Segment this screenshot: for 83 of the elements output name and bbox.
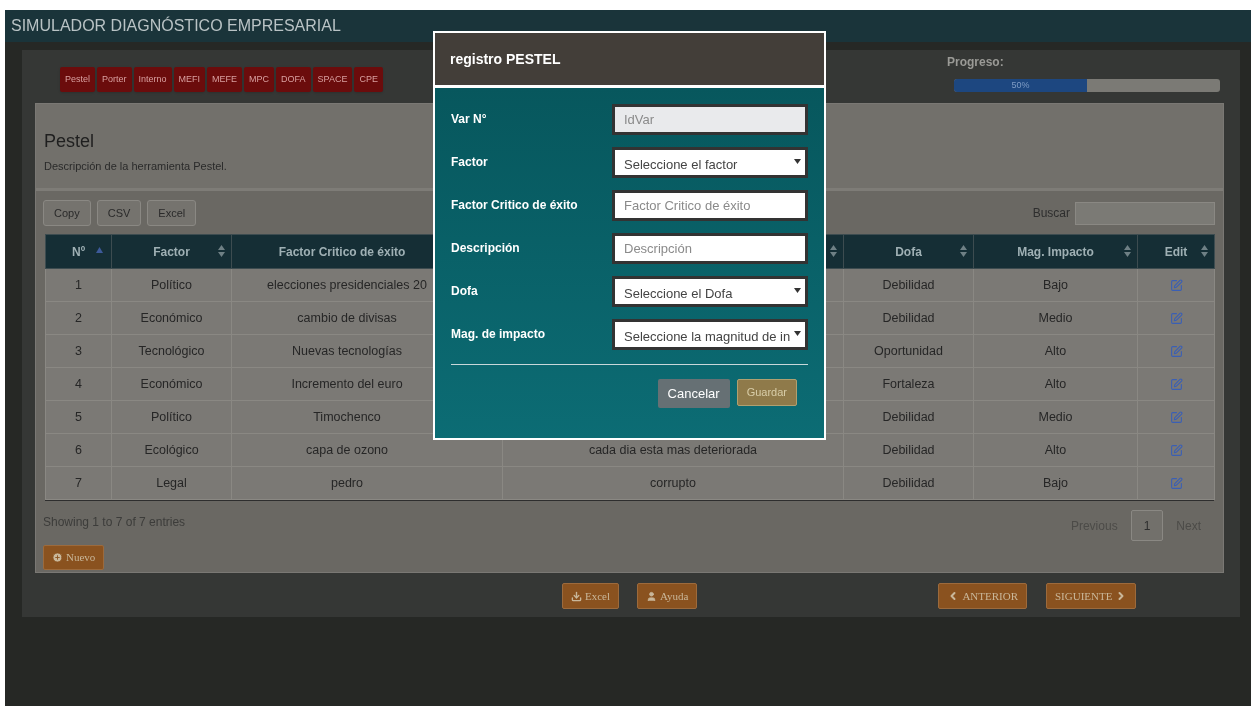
table-cell: Oportunidad xyxy=(843,334,974,368)
table-cell: Medio xyxy=(973,301,1138,335)
table-cell: Político xyxy=(111,268,232,302)
user-icon xyxy=(646,590,658,602)
column-header[interactable]: Nº xyxy=(45,234,112,269)
edit-icon[interactable] xyxy=(1169,444,1183,458)
action-button[interactable]: SIGUIENTE xyxy=(1046,583,1137,609)
table-cell: Tecnológico xyxy=(111,334,232,368)
nav-tab[interactable]: Pestel xyxy=(60,67,95,92)
table-cell: Bajo xyxy=(973,268,1138,302)
table-cell: Debilidad xyxy=(843,400,974,434)
action-button[interactable]: ANTERIOR xyxy=(938,583,1027,609)
column-header[interactable]: Factor xyxy=(111,234,232,269)
text-field[interactable]: Factor Critico de éxito xyxy=(612,190,808,221)
caret-icon xyxy=(794,158,801,164)
action-button[interactable]: Ayuda xyxy=(637,583,698,609)
export-button[interactable]: Copy xyxy=(43,200,91,226)
table-cell: Alto xyxy=(973,367,1138,401)
nav-tab[interactable]: Porter xyxy=(97,67,132,92)
nav-tab[interactable]: CPE xyxy=(354,67,383,92)
nav-tab[interactable]: SPACE xyxy=(312,67,353,92)
search-field[interactable] xyxy=(1075,201,1215,225)
table-cell: Político xyxy=(111,400,232,434)
table-cell: corrupto xyxy=(502,466,844,500)
new-button[interactable]: Nuevo xyxy=(43,545,105,570)
caret-icon xyxy=(794,330,801,336)
column-header[interactable]: Mag. Impacto xyxy=(973,234,1138,269)
progress-reading: 50% xyxy=(1011,79,1030,92)
cancel-button[interactable]: Cancelar xyxy=(657,379,730,408)
text-field[interactable]: Descripción xyxy=(612,233,808,264)
field-label: Var N° xyxy=(451,111,487,128)
table-cell: Alto xyxy=(973,334,1138,368)
table-cell: 1 xyxy=(45,268,112,302)
select-field[interactable]: Seleccione la magnitud de in xyxy=(612,319,808,350)
select-field[interactable]: Seleccione el Dofa xyxy=(612,276,808,307)
field-label: Factor xyxy=(451,154,488,171)
nav-tab[interactable]: DOFA xyxy=(276,67,311,92)
table-cell: Alto xyxy=(973,433,1138,467)
progress-label: Progreso: xyxy=(947,54,1005,71)
table-cell: Fortaleza xyxy=(843,367,974,401)
export-button[interactable]: CSV xyxy=(96,200,142,226)
edit-icon[interactable] xyxy=(1169,345,1183,359)
table-cell: Económico xyxy=(111,301,232,335)
table-cell: 6 xyxy=(45,433,112,467)
edit-icon[interactable] xyxy=(1169,279,1183,293)
table-cell: 5 xyxy=(45,400,112,434)
plus-circle-icon xyxy=(52,552,63,563)
nav-tab[interactable]: MPC xyxy=(244,67,275,92)
search-label: Buscar xyxy=(1032,205,1070,222)
edit-icon[interactable] xyxy=(1169,312,1183,326)
table-cell: 7 xyxy=(45,466,112,500)
field-label: Factor Critico de éxito xyxy=(451,197,578,214)
modal-title: registro PESTEL xyxy=(450,49,561,69)
select-field[interactable]: Seleccione el factor xyxy=(612,147,808,178)
table-cell: 3 xyxy=(45,334,112,368)
nav-tab[interactable]: MEFE xyxy=(207,67,243,92)
nav-tab[interactable]: MEFI xyxy=(173,67,206,92)
caret-icon xyxy=(794,287,801,293)
nav-tab[interactable]: Interno xyxy=(133,67,172,92)
table-cell: Debilidad xyxy=(843,268,974,302)
table-cell: Debilidad xyxy=(843,466,974,500)
action-button[interactable]: Excel xyxy=(562,583,620,609)
download-icon xyxy=(571,590,582,602)
column-header[interactable]: Dofa xyxy=(843,234,974,269)
edit-icon[interactable] xyxy=(1169,378,1183,392)
export-button[interactable]: Excel xyxy=(147,200,197,226)
table-cell: 4 xyxy=(45,367,112,401)
table-cell: Ecológico xyxy=(111,433,232,467)
app-title: SIMULADOR DIAGNÓSTICO EMPRESARIAL xyxy=(11,15,341,36)
table-cell: Legal xyxy=(111,466,232,500)
column-header[interactable]: Edit xyxy=(1137,234,1215,269)
section-title: Pestel xyxy=(44,130,96,153)
table-cell: Bajo xyxy=(973,466,1138,500)
edit-icon[interactable] xyxy=(1169,477,1183,491)
table-cell: Debilidad xyxy=(843,433,974,467)
table-cell: Económico xyxy=(111,367,232,401)
table-cell: Debilidad xyxy=(843,301,974,335)
section-description: Descripción de la herramienta Pestel. xyxy=(44,159,227,174)
edit-icon[interactable] xyxy=(1169,411,1183,425)
table-cell: pedro xyxy=(231,466,503,500)
table-cell: Medio xyxy=(973,400,1138,434)
field-label: Dofa xyxy=(451,283,478,300)
table-cell: 2 xyxy=(45,301,112,335)
